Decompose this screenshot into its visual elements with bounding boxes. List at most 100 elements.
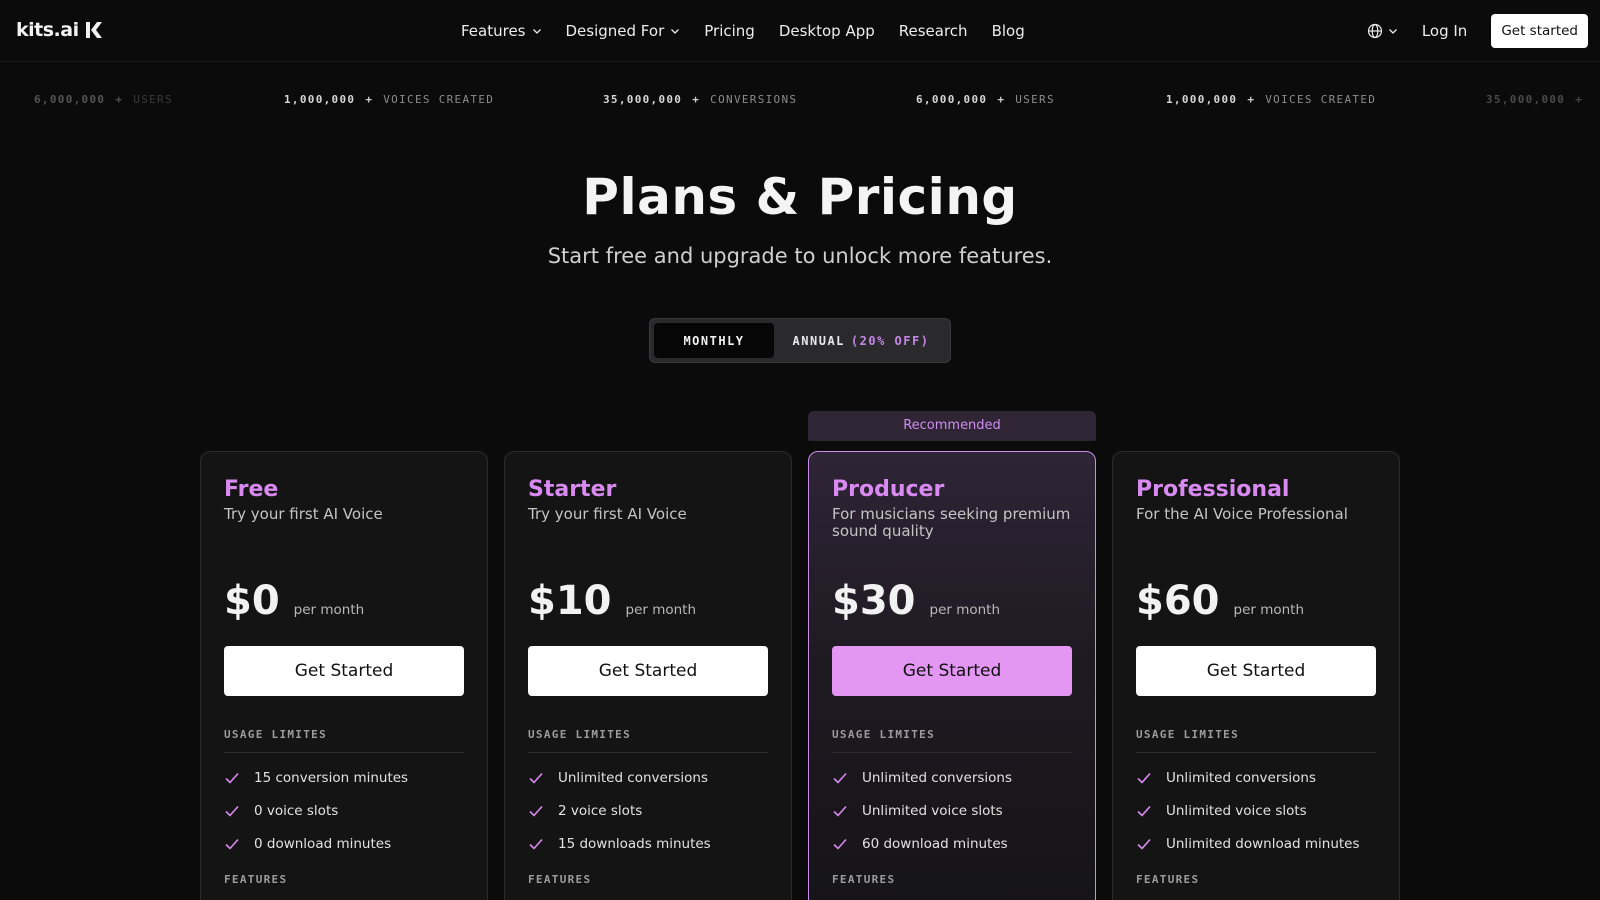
check-icon <box>225 772 239 784</box>
limit-text: 2 voice slots <box>558 802 643 819</box>
nav-designed-for-label: Designed For <box>565 22 665 40</box>
limit-text: 0 download minutes <box>254 835 392 852</box>
price-unit: per month <box>929 602 1001 618</box>
limit-item: Unlimited conversions <box>528 761 768 794</box>
check-icon <box>225 805 239 817</box>
nav-links: Features Designed For Pricing Desktop Ap… <box>461 0 1025 62</box>
limit-item: Unlimited voice slots <box>1136 794 1376 827</box>
usage-limits-list: Unlimited conversions Unlimited voice sl… <box>1136 761 1376 860</box>
limit-text: Unlimited voice slots <box>1166 802 1307 819</box>
check-icon <box>529 805 543 817</box>
plan-name: Producer <box>832 477 945 502</box>
ticker-number: 1,000,000 <box>1166 93 1238 106</box>
check-icon <box>1137 805 1151 817</box>
limit-item: 15 conversion minutes <box>224 761 464 794</box>
get-started-button[interactable]: Get Started <box>832 646 1072 696</box>
ticker-plus: + <box>115 93 124 106</box>
ticker-label: VOICES CREATED <box>1265 93 1377 106</box>
price-row: $0 per month <box>224 578 464 626</box>
limit-text: 15 downloads minutes <box>558 835 711 852</box>
limit-item: 2 voice slots <box>528 794 768 827</box>
ticker-item: 1,000,000 + VOICES CREATED <box>284 93 494 106</box>
ticker-item: 35,000,000 + CONVERSIONS <box>603 93 797 106</box>
page-title: Plans & Pricing <box>582 168 1018 226</box>
globe-icon <box>1367 23 1382 39</box>
limit-item: 0 download minutes <box>224 827 464 860</box>
usage-limits-heading: USAGE LIMITES <box>1136 728 1376 753</box>
nav-pricing[interactable]: Pricing <box>704 22 755 40</box>
features-heading: FEATURES <box>224 873 288 886</box>
nav-features-label: Features <box>461 22 526 40</box>
ticker-item: 35,000,000 + <box>1486 93 1593 106</box>
nav-designed-for[interactable]: Designed For <box>566 22 681 40</box>
chevron-down-icon <box>671 29 680 34</box>
ticker-plus: + <box>997 93 1006 106</box>
top-nav: kits.ai Features Designed For Pricing De… <box>0 0 1600 62</box>
plan-tagline: Try your first AI Voice <box>528 505 687 523</box>
usage-limits-list: Unlimited conversions 2 voice slots 15 d… <box>528 761 768 860</box>
monthly-option[interactable]: MONTHLY <box>654 323 774 358</box>
get-started-button[interactable]: Get Started <box>224 646 464 696</box>
language-selector[interactable] <box>1367 23 1398 39</box>
plan-card-free: Free Try your first AI Voice $0 per mont… <box>200 451 488 900</box>
logo[interactable]: kits.ai <box>16 19 103 41</box>
price-unit: per month <box>293 602 365 618</box>
ticker-label: CONVERSIONS <box>710 93 798 106</box>
chevron-down-icon <box>532 29 541 34</box>
features-heading: FEATURES <box>1136 873 1200 886</box>
get-started-button[interactable]: Get Started <box>528 646 768 696</box>
login-link[interactable]: Log In <box>1422 22 1468 40</box>
check-icon <box>833 805 847 817</box>
check-icon <box>225 838 239 850</box>
limit-item: Unlimited conversions <box>832 761 1072 794</box>
ticker-number: 6,000,000 <box>34 93 106 106</box>
limit-text: Unlimited conversions <box>558 769 709 786</box>
check-icon <box>833 772 847 784</box>
limit-item: 60 download minutes <box>832 827 1072 860</box>
ticker-number: 35,000,000 <box>603 93 683 106</box>
get-started-nav-button[interactable]: Get started <box>1491 14 1588 48</box>
billing-period-toggle: MONTHLY ANNUAL (20% OFF) <box>649 318 951 363</box>
nav-blog[interactable]: Blog <box>992 22 1025 40</box>
check-icon <box>529 772 543 784</box>
limit-text: Unlimited voice slots <box>862 802 1003 819</box>
limit-item: 0 voice slots <box>224 794 464 827</box>
price-row: $10 per month <box>528 578 768 626</box>
ticker-number: 6,000,000 <box>916 93 988 106</box>
limit-text: Unlimited conversions <box>862 769 1013 786</box>
usage-limits-list: 15 conversion minutes 0 voice slots 0 do… <box>224 761 464 860</box>
check-icon <box>1137 772 1151 784</box>
nav-features[interactable]: Features <box>461 22 542 40</box>
annual-option[interactable]: ANNUAL (20% OFF) <box>774 323 948 358</box>
ticker-item: 6,000,000 + USERS <box>34 93 173 106</box>
ticker-label: VOICES CREATED <box>383 93 495 106</box>
plan-card-professional: Professional For the AI Voice Profession… <box>1112 451 1400 900</box>
limit-item: Unlimited voice slots <box>832 794 1072 827</box>
price-unit: per month <box>1233 602 1305 618</box>
plan-tagline: For musicians seeking premium sound qual… <box>832 505 1071 540</box>
plan-price: $0 <box>224 578 280 624</box>
nav-research[interactable]: Research <box>899 22 968 40</box>
plan-card-producer: Producer For musicians seeking premium s… <box>808 451 1096 900</box>
check-icon <box>1137 838 1151 850</box>
get-started-button[interactable]: Get Started <box>1136 646 1376 696</box>
nav-desktop-app[interactable]: Desktop App <box>779 22 875 40</box>
logo-text: kits.ai <box>16 19 79 41</box>
plan-card-starter: Starter Try your first AI Voice $10 per … <box>504 451 792 900</box>
plan-tagline: For the AI Voice Professional <box>1136 505 1348 523</box>
plan-name: Starter <box>528 477 617 502</box>
ticker-plus: + <box>1575 93 1584 106</box>
ticker-number: 1,000,000 <box>284 93 356 106</box>
stats-ticker: 6,000,000 + USERS 1,000,000 + VOICES CRE… <box>0 88 1600 112</box>
limit-item: 15 downloads minutes <box>528 827 768 860</box>
limit-item: Unlimited download minutes <box>1136 827 1376 860</box>
ticker-plus: + <box>1247 93 1256 106</box>
plan-price: $10 <box>528 578 612 624</box>
limit-item: Unlimited conversions <box>1136 761 1376 794</box>
limit-text: Unlimited download minutes <box>1166 835 1360 852</box>
plan-name: Professional <box>1136 477 1290 502</box>
plan-price: $60 <box>1136 578 1220 624</box>
usage-limits-heading: USAGE LIMITES <box>224 728 464 753</box>
ticker-label: USERS <box>1015 93 1055 106</box>
chevron-down-icon <box>1388 29 1397 34</box>
